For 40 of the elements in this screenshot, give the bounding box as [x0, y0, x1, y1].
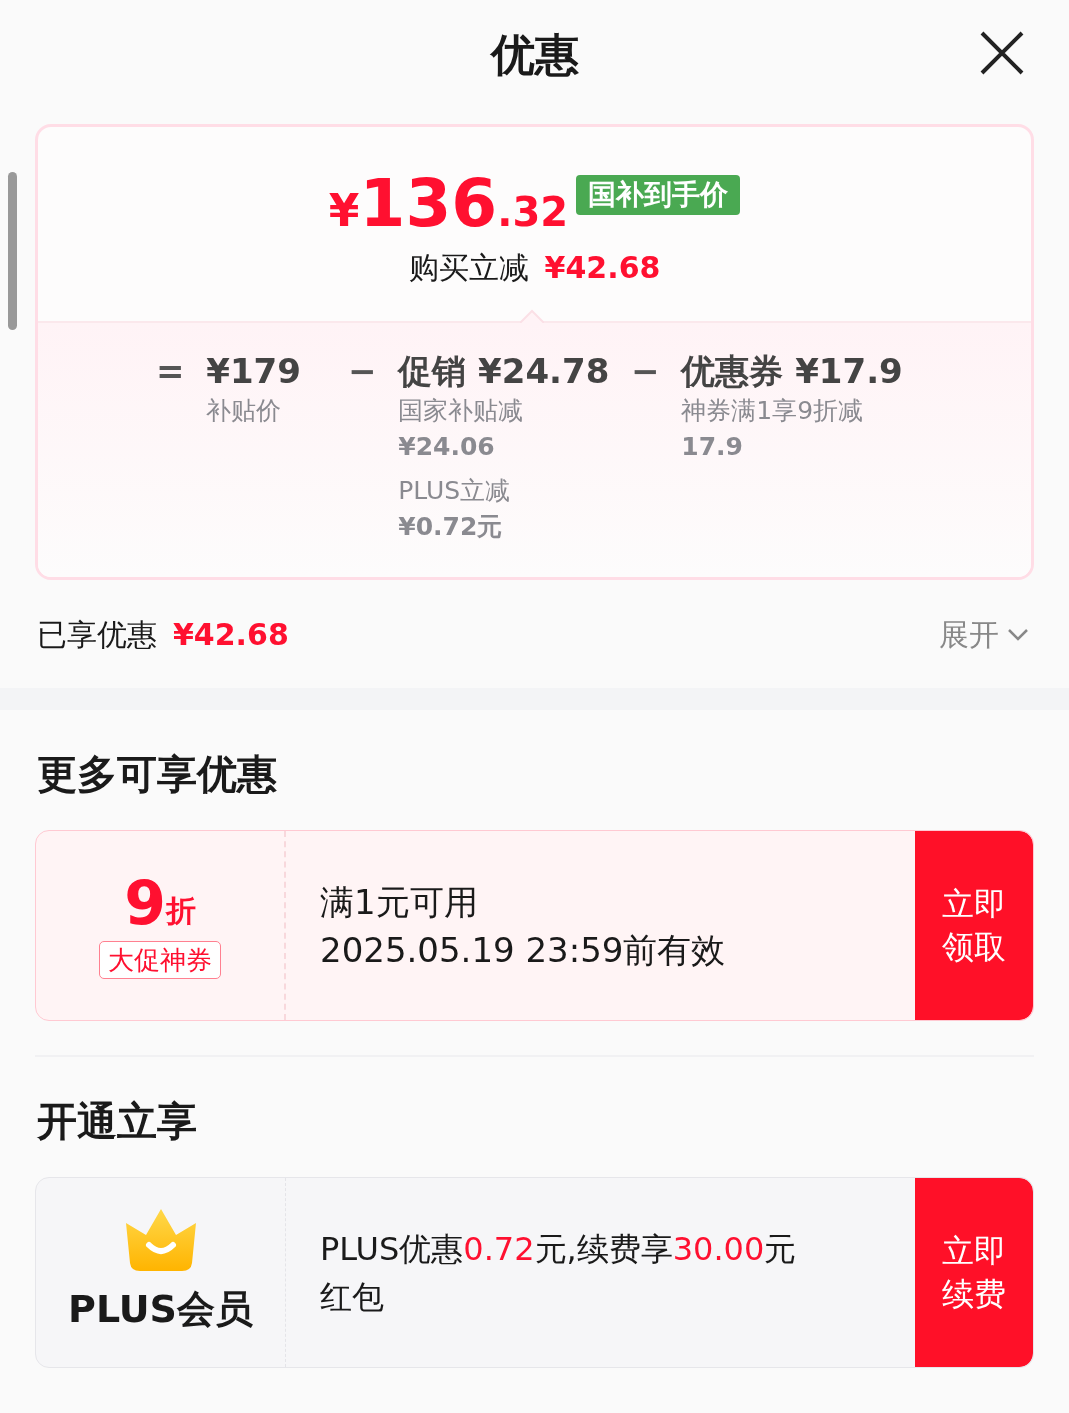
coupon-condition: 满1元可用 — [320, 880, 479, 924]
renew-button[interactable]: 立即续费 — [915, 1178, 1033, 1367]
discount-value: 9 — [124, 872, 166, 933]
discount-unit: 折 — [165, 891, 196, 930]
coupon-condition: 2025.05.19 23:59前有效 — [320, 928, 727, 972]
breakdown-value: 17.9 — [681, 431, 744, 463]
offer-text-part: 红包 — [320, 1277, 384, 1316]
summary-label: 已享优惠 — [37, 615, 157, 654]
offer-text-part: 元,续费享 — [534, 1229, 673, 1268]
breakdown-label: 神券满1享9折减 — [681, 395, 865, 427]
coupon-badge: 大促神券 — [99, 940, 221, 979]
expand-toggle[interactable]: 展开 — [939, 611, 1029, 657]
membership-name: PLUS会员 — [68, 1286, 253, 1333]
reduction-amount: ¥42.68 — [544, 249, 661, 287]
price-tag: 国补到手价 — [576, 175, 741, 216]
offer-text-part: 0.72 — [463, 1229, 535, 1268]
reduction-label: 购买立减 — [408, 249, 529, 287]
scrollbar[interactable] — [8, 172, 17, 330]
section-title: 更多可享优惠 — [36, 750, 278, 799]
close-icon[interactable] — [979, 30, 1025, 76]
operator-sign: = — [155, 350, 186, 393]
breakdown-label: 国家补贴减 — [398, 395, 525, 427]
sheet-title: 优惠 — [490, 28, 579, 82]
claim-button[interactable]: 立即领取 — [915, 831, 1033, 1020]
offer-text-part: 元 — [764, 1229, 797, 1268]
breakdown-amount: 促销 ¥24.78 — [398, 350, 610, 393]
breakdown-label: 补贴价 — [206, 395, 283, 427]
operator-sign: − — [630, 350, 661, 393]
offer-text-part: 30.00 — [672, 1229, 765, 1268]
breakdown-label: PLUS立减 — [398, 475, 512, 507]
chevron-icon — [1007, 627, 1029, 641]
offer-text-part: PLUS优惠 — [320, 1229, 464, 1268]
section-title: 开通立享 — [36, 1097, 198, 1146]
breakdown-value: ¥0.72元 — [398, 511, 504, 543]
breakdown-value: ¥24.06 — [398, 431, 496, 463]
operator-sign: − — [347, 350, 378, 393]
breakdown-amount: 优惠券 ¥17.9 — [681, 350, 903, 393]
breakdown-amount: ¥179 — [206, 350, 302, 393]
summary-amount: ¥42.68 — [173, 615, 289, 654]
final-price: ¥136.32 — [328, 171, 569, 237]
